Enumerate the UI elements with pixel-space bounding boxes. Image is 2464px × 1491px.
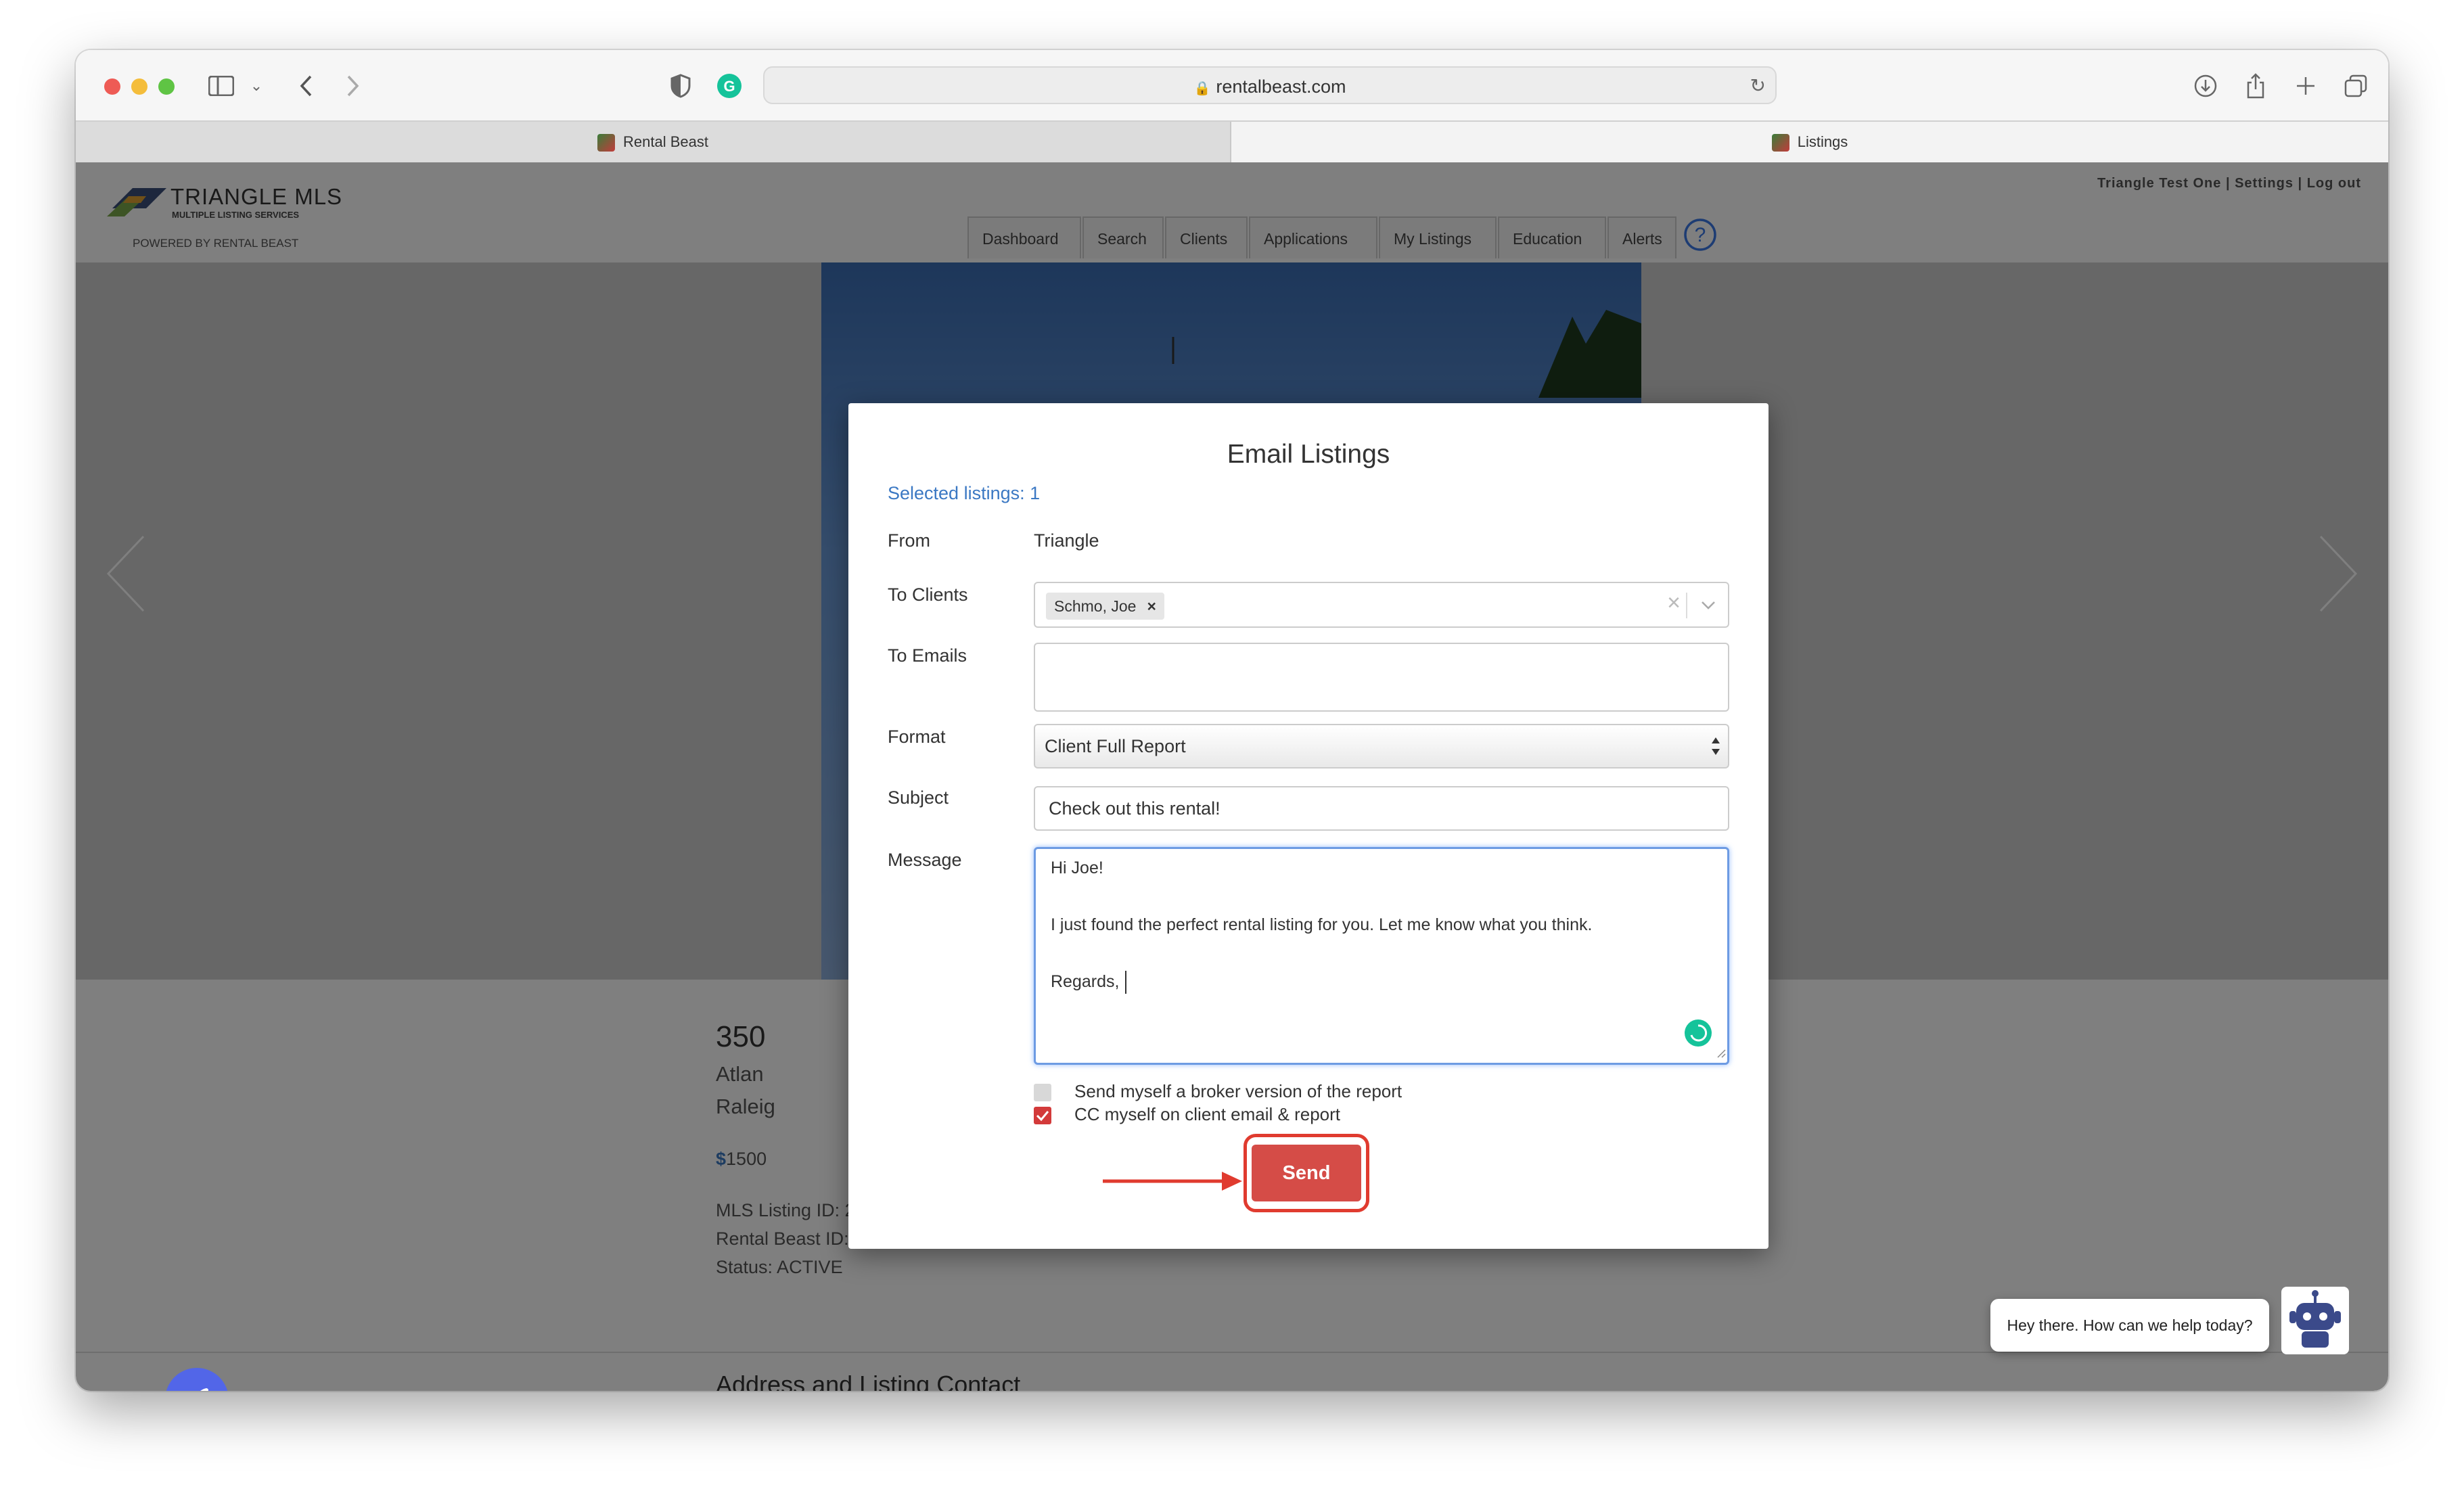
to-clients-label: To Clients xyxy=(888,584,968,605)
rocket-launcher-button[interactable] xyxy=(165,1368,229,1391)
tab-rental-beast[interactable]: Rental Beast xyxy=(76,122,1231,162)
rental-beast-favicon-icon xyxy=(597,134,616,152)
message-line: Hi Joe! xyxy=(1051,858,1103,877)
to-emails-label: To Emails xyxy=(888,645,967,666)
message-textarea[interactable]: Hi Joe! I just found the perfect rental … xyxy=(1034,847,1729,1065)
subject-input[interactable]: Check out this rental! xyxy=(1034,786,1729,831)
tab-label: Listings xyxy=(1797,133,1848,150)
share-icon[interactable] xyxy=(2242,70,2269,101)
message-label: Message xyxy=(888,850,962,870)
url-text: rentalbeast.com xyxy=(1216,76,1346,97)
cc-myself-label: CC myself on client email & report xyxy=(1074,1104,1341,1124)
back-icon[interactable] xyxy=(292,70,319,101)
broker-version-checkbox[interactable] xyxy=(1034,1084,1051,1101)
from-value: Triangle xyxy=(1034,530,1099,551)
from-label: From xyxy=(888,530,930,551)
cc-myself-checkbox[interactable] xyxy=(1034,1107,1051,1124)
select-arrows-icon xyxy=(1710,733,1721,762)
resize-handle-icon[interactable] xyxy=(1715,1047,1726,1061)
tab-bar: Rental Beast Listings xyxy=(76,120,2388,164)
to-clients-select[interactable]: Schmo, Joe × × xyxy=(1034,582,1729,628)
subject-label: Subject xyxy=(888,787,949,808)
format-label: Format xyxy=(888,727,946,747)
tab-label: Rental Beast xyxy=(623,133,708,150)
chat-greeting-bubble[interactable]: Hey there. How can we help today? xyxy=(1990,1299,2269,1352)
selected-listings-count[interactable]: Selected listings: 1 xyxy=(888,483,1040,504)
to-emails-input[interactable] xyxy=(1034,643,1729,712)
subject-value: Check out this rental! xyxy=(1049,798,1220,819)
format-select[interactable]: Client Full Report xyxy=(1034,724,1729,769)
client-chip-label: Schmo, Joe xyxy=(1054,597,1137,615)
close-window-button[interactable] xyxy=(104,78,120,95)
dropdown-chevron-icon[interactable] xyxy=(1699,593,1717,622)
browser-window: ⌄ G 🔒 rentalbeast.com ↻ Rental Beast Lis… xyxy=(76,50,2388,1391)
download-icon[interactable] xyxy=(2192,70,2219,101)
message-line: I just found the perfect rental listing … xyxy=(1051,915,1593,934)
text-cursor xyxy=(1125,971,1126,994)
tab-listings[interactable]: Listings xyxy=(1231,122,2388,162)
chevron-down-icon[interactable]: ⌄ xyxy=(248,70,265,101)
svg-text:G: G xyxy=(723,78,735,95)
modal-title: Email Listings xyxy=(1227,440,1390,469)
reload-icon[interactable]: ↻ xyxy=(1750,74,1766,97)
send-button[interactable]: Send xyxy=(1252,1145,1361,1201)
select-divider xyxy=(1686,593,1687,618)
rental-beast-favicon-icon xyxy=(1771,134,1789,152)
address-bar[interactable]: 🔒 rentalbeast.com ↻ xyxy=(763,66,1777,104)
email-listings-modal: Email Listings Selected listings: 1 From… xyxy=(848,403,1769,1249)
lock-icon: 🔒 xyxy=(1193,81,1211,96)
tab-overview-icon[interactable] xyxy=(2342,70,2369,101)
remove-chip-icon[interactable]: × xyxy=(1147,597,1156,615)
privacy-shield-icon[interactable] xyxy=(667,70,694,101)
broker-version-label: Send myself a broker version of the repo… xyxy=(1074,1081,1402,1101)
grammarly-status-icon[interactable] xyxy=(1684,1019,1712,1051)
client-chip: Schmo, Joe × xyxy=(1046,593,1164,620)
grammarly-icon[interactable]: G xyxy=(716,70,743,101)
message-line: Regards, xyxy=(1051,972,1120,991)
annotation-arrow-icon xyxy=(1103,1166,1245,1199)
minimize-window-button[interactable] xyxy=(131,78,147,95)
zoom-window-button[interactable] xyxy=(158,78,175,95)
clear-selection-icon[interactable]: × xyxy=(1667,590,1681,616)
browser-toolbar: ⌄ G 🔒 rentalbeast.com ↻ xyxy=(76,50,2388,120)
format-value: Client Full Report xyxy=(1045,736,1186,756)
new-tab-icon[interactable] xyxy=(2292,70,2319,101)
forward-icon[interactable] xyxy=(340,70,367,101)
sidebar-toggle-icon[interactable] xyxy=(206,70,237,101)
chat-bot-avatar-icon[interactable] xyxy=(2281,1287,2349,1354)
